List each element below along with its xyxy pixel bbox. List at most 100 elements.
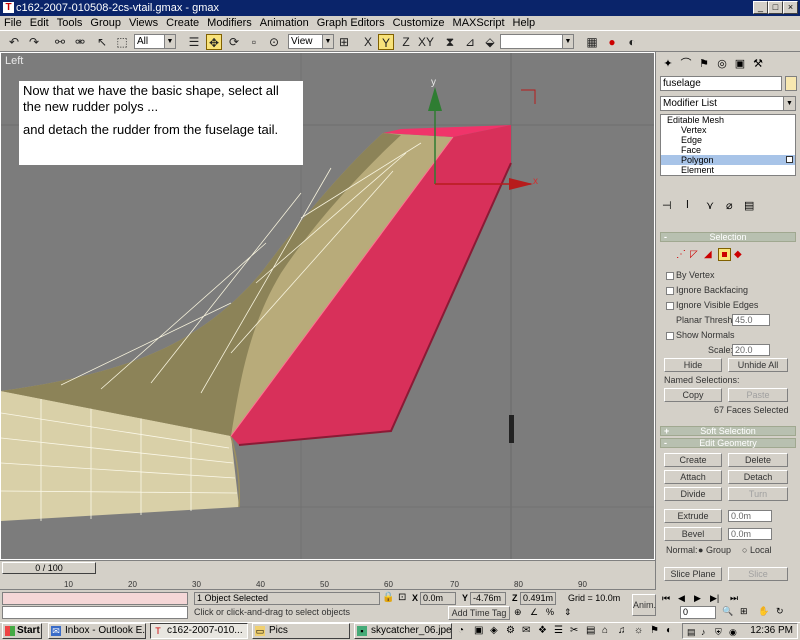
pivot-center-icon[interactable]: ⊙ bbox=[266, 34, 282, 50]
named-selection-dropdown[interactable]: ▼ bbox=[500, 34, 574, 49]
animate-button[interactable]: Anim. bbox=[632, 594, 656, 616]
stack-item-edge[interactable]: Edge bbox=[661, 135, 795, 145]
utilities-tab-icon[interactable]: ⚒ bbox=[750, 56, 766, 72]
restrict-z-icon[interactable]: Z bbox=[398, 34, 414, 50]
lock-selection-icon[interactable]: 🔒 bbox=[382, 592, 394, 603]
menu-group[interactable]: Group bbox=[86, 16, 125, 30]
quicklaunch-icon[interactable]: ▣ bbox=[474, 625, 483, 636]
quicklaunch-icon[interactable]: ✂ bbox=[570, 625, 578, 636]
align-icon[interactable]: ⊿ bbox=[462, 34, 478, 50]
time-slider-thumb[interactable]: 0 / 100 bbox=[2, 562, 96, 574]
quicklaunch-icon[interactable]: ♫ bbox=[618, 625, 626, 636]
quicklaunch-icon[interactable]: ◔ bbox=[458, 625, 464, 636]
hierarchy-tab-icon[interactable]: ⚑ bbox=[696, 56, 712, 72]
hide-button[interactable]: Hide bbox=[664, 358, 722, 372]
selection-rollout-header[interactable]: - Selection bbox=[660, 232, 796, 242]
configure-sets-icon[interactable]: ▤ bbox=[744, 199, 754, 212]
play-icon[interactable]: ▶ bbox=[694, 593, 701, 604]
turn-button[interactable]: Turn bbox=[728, 487, 788, 501]
quicklaunch-icon[interactable]: ☰ bbox=[554, 625, 563, 636]
start-button[interactable]: Start bbox=[2, 623, 42, 639]
taskbar-outlook[interactable]: ✉ Inbox - Outlook E... bbox=[48, 623, 146, 639]
detach-button[interactable]: Detach bbox=[728, 470, 788, 484]
menu-maxscript[interactable]: MAXScript bbox=[449, 16, 509, 30]
planar-thresh-spinner[interactable]: 45.0 bbox=[732, 314, 770, 326]
stack-item-vertex[interactable]: Vertex bbox=[661, 125, 795, 135]
make-unique-icon[interactable]: ⋎ bbox=[706, 199, 714, 212]
modifier-list-dropdown[interactable]: Modifier List ▼ bbox=[660, 96, 796, 111]
object-name-field[interactable]: fuselage bbox=[660, 76, 782, 91]
divide-button[interactable]: Divide bbox=[664, 487, 722, 501]
vertex-subobject-icon[interactable]: ⋰ bbox=[676, 249, 686, 260]
bevel-button[interactable]: Bevel bbox=[664, 527, 722, 541]
quicklaunch-icon[interactable]: ◈ bbox=[490, 625, 498, 636]
selection-filter-dropdown[interactable]: All ▼ bbox=[134, 34, 176, 49]
menu-graph-editors[interactable]: Graph Editors bbox=[313, 16, 389, 30]
ignore-visible-edges-checkbox[interactable]: Ignore Visible Edges bbox=[666, 300, 758, 310]
copy-button[interactable]: Copy bbox=[664, 388, 722, 402]
track-bar[interactable]: 10 20 30 40 50 60 70 80 90 bbox=[0, 576, 655, 590]
attach-button[interactable]: Attach bbox=[664, 470, 722, 484]
pin-stack-icon[interactable]: ⊣ bbox=[662, 199, 672, 212]
minimize-button[interactable]: _ bbox=[753, 1, 768, 14]
select-by-name-icon[interactable]: ☰ bbox=[186, 34, 202, 50]
show-normals-checkbox[interactable]: Show Normals bbox=[666, 330, 735, 340]
create-tab-icon[interactable]: ✦ bbox=[660, 56, 676, 72]
go-to-start-icon[interactable]: ⏮ bbox=[662, 593, 670, 604]
menu-customize[interactable]: Customize bbox=[389, 16, 449, 30]
percent-snap-icon[interactable]: % bbox=[546, 607, 554, 617]
mirror-icon[interactable]: ⧗ bbox=[442, 34, 458, 50]
quicklaunch-icon[interactable]: ❖ bbox=[538, 625, 547, 636]
quicklaunch-icon[interactable]: ⚙ bbox=[506, 625, 515, 636]
absolute-mode-icon[interactable]: ⊡ bbox=[398, 592, 406, 603]
arc-rotate-icon[interactable]: ↻ bbox=[776, 606, 784, 617]
previous-frame-icon[interactable]: ◀ bbox=[678, 593, 685, 604]
stack-item-face[interactable]: Face bbox=[661, 145, 795, 155]
redo-icon[interactable]: ↷ bbox=[26, 34, 42, 50]
edit-geometry-rollout-header[interactable]: - Edit Geometry bbox=[660, 438, 796, 448]
taskbar-gmax[interactable]: Tc162-2007-010... bbox=[150, 623, 248, 639]
polygon-subobject-icon[interactable] bbox=[718, 248, 731, 261]
extrude-button[interactable]: Extrude bbox=[664, 509, 722, 523]
viewport-label[interactable]: Left bbox=[5, 55, 23, 67]
stack-item-element[interactable]: Element bbox=[661, 165, 795, 175]
extrude-spinner[interactable]: 0.0m bbox=[728, 510, 772, 522]
menu-modifiers[interactable]: Modifiers bbox=[203, 16, 256, 30]
group-radio[interactable]: ● Group bbox=[698, 545, 731, 555]
restrict-xy-icon[interactable]: XY bbox=[418, 34, 434, 50]
y-coord-field[interactable]: -4.76m bbox=[470, 592, 506, 605]
object-color-swatch[interactable] bbox=[785, 76, 797, 91]
menu-animation[interactable]: Animation bbox=[256, 16, 313, 30]
maximize-button[interactable]: □ bbox=[768, 1, 783, 14]
tray-volume-icon[interactable]: ♪ bbox=[701, 625, 706, 639]
slice-button[interactable]: Slice bbox=[728, 567, 788, 581]
quicklaunch-icon[interactable]: ☼ bbox=[634, 625, 643, 636]
menu-file[interactable]: File bbox=[0, 16, 26, 30]
motion-tab-icon[interactable]: ◎ bbox=[714, 56, 730, 72]
quick-render-icon[interactable]: ◐ bbox=[624, 34, 640, 50]
pan-icon[interactable]: ✋ bbox=[758, 606, 769, 617]
x-coord-field[interactable]: 0.0m bbox=[420, 592, 456, 605]
select-and-move-icon[interactable]: ✥ bbox=[206, 34, 222, 50]
viewport-left[interactable]: y x Left Now that we have the basic shap… bbox=[0, 52, 655, 560]
z-coord-field[interactable]: 0.491m bbox=[520, 592, 556, 605]
tray-app-icon[interactable]: ◉ bbox=[729, 625, 737, 639]
undo-icon[interactable]: ↶ bbox=[6, 34, 22, 50]
menu-edit[interactable]: Edit bbox=[26, 16, 53, 30]
menu-views[interactable]: Views bbox=[125, 16, 162, 30]
unlink-icon[interactable]: ⚮ bbox=[72, 34, 88, 50]
element-subobject-icon[interactable]: ◆ bbox=[734, 249, 742, 260]
quicklaunch-icon[interactable]: ▤ bbox=[586, 625, 595, 636]
taskbar-pics[interactable]: ▭ Pics bbox=[252, 623, 350, 639]
slice-plane-button[interactable]: Slice Plane bbox=[664, 567, 722, 581]
display-tab-icon[interactable]: ▣ bbox=[732, 56, 748, 72]
remove-modifier-icon[interactable]: ⌀ bbox=[726, 199, 733, 212]
restrict-y-icon[interactable]: Y bbox=[378, 34, 394, 50]
spinner-snap-icon[interactable]: ⇕ bbox=[564, 607, 572, 618]
next-frame-icon[interactable]: ▶| bbox=[710, 593, 719, 604]
restrict-x-icon[interactable]: X bbox=[360, 34, 376, 50]
select-object-icon[interactable]: ↖ bbox=[94, 34, 110, 50]
stack-editable-mesh[interactable]: Editable Mesh bbox=[661, 115, 795, 125]
quicklaunch-icon[interactable]: ⌂ bbox=[602, 625, 608, 636]
taskbar-skycatcher[interactable]: ▪ skycatcher_06.jpe... bbox=[354, 623, 452, 639]
